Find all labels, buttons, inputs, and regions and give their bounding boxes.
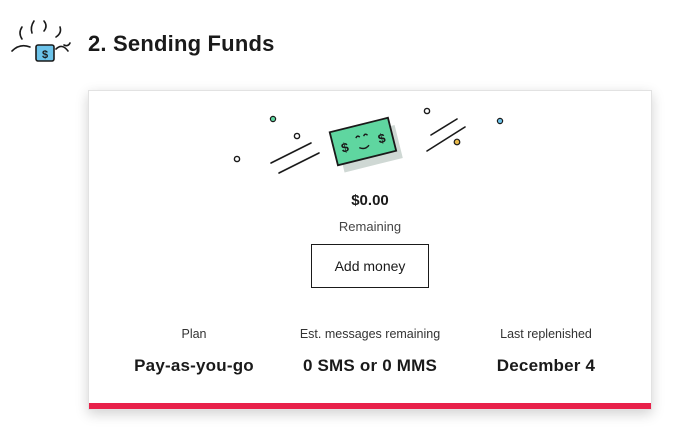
section-header: $ 2. Sending Funds — [10, 14, 275, 74]
stat-value: 0 SMS or 0 MMS — [302, 356, 438, 375]
stat-label: Est. messages remaining — [299, 327, 441, 341]
stat-plan: Plan Pay-as-you-go — [109, 327, 279, 376]
balance-amount: $0.00 — [351, 192, 389, 209]
stat-last-replenished: Last replenished December 4 — [461, 327, 631, 376]
stat-messages-remaining: Est. messages remaining 0 SMS or 0 MMS — [285, 327, 455, 376]
sending-funds-page: $ 2. Sending Funds $ $ $0.00 Remaining A… — [0, 0, 700, 430]
stat-value: December 4 — [496, 356, 596, 375]
funds-card: $ $ $0.00 Remaining Add money Plan Pay-a… — [88, 90, 652, 410]
stat-label: Plan — [181, 327, 207, 341]
card-accent-bar — [89, 403, 651, 409]
add-money-button[interactable]: Add money — [311, 244, 429, 288]
balance-caption: Remaining — [338, 219, 402, 234]
stat-value: Pay-as-you-go — [134, 356, 254, 375]
money-burst-icon: $ — [11, 20, 71, 62]
section-title: 2. Sending Funds — [88, 31, 275, 56]
svg-text:$: $ — [42, 49, 48, 61]
stat-label: Last replenished — [500, 327, 592, 341]
flying-money-icon: $ $ — [233, 107, 504, 174]
plan-stats: Plan Pay-as-you-go Est. messages remaini… — [109, 327, 631, 376]
